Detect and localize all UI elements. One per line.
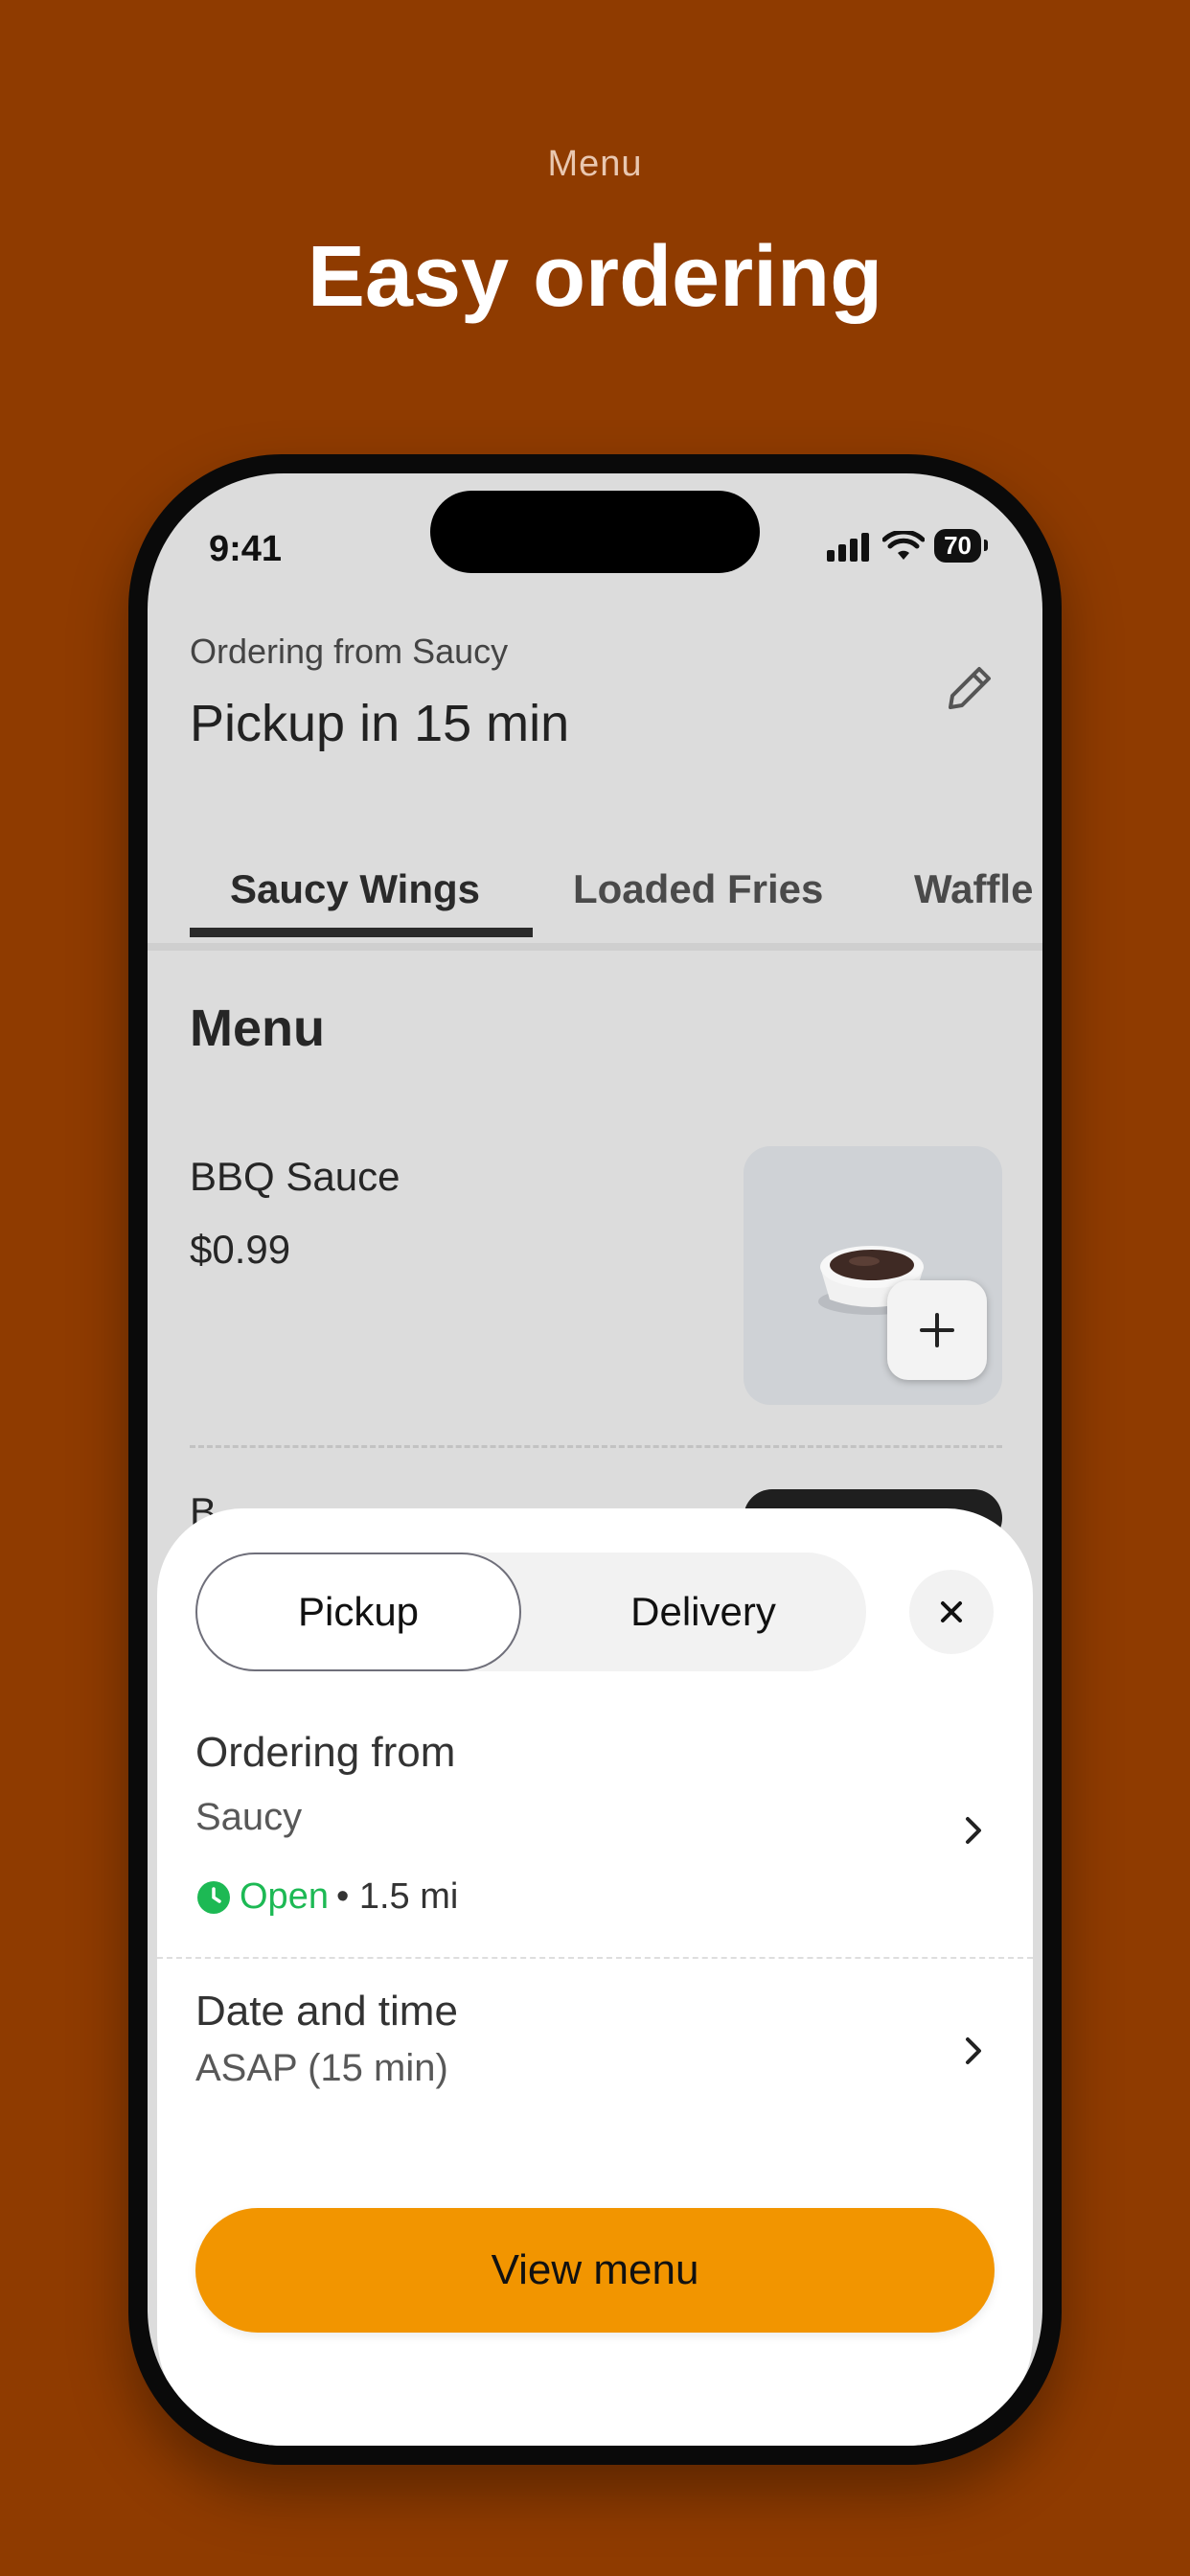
active-tab-indicator (190, 928, 533, 937)
clock-icon (197, 1880, 230, 1914)
menu-heading: Menu (190, 1000, 325, 1057)
date-time-value: ASAP (15 min) (195, 2047, 448, 2089)
tab-loaded-fries[interactable]: Loaded Fries (573, 866, 823, 912)
wifi-icon (882, 530, 926, 560)
date-time-row[interactable]: Date and time ASAP (15 min) (157, 1988, 1033, 2141)
view-menu-button[interactable]: View menu (195, 2208, 995, 2333)
date-time-title: Date and time (195, 1988, 458, 2035)
status-bar: 9:41 70 (148, 473, 1042, 588)
signal-icon (827, 532, 870, 562)
status-time: 9:41 (209, 529, 283, 569)
eyebrow-label: Menu (547, 144, 643, 184)
menu-item-image[interactable] (744, 1146, 1002, 1405)
ordering-from-title: Ordering from (195, 1729, 456, 1776)
chevron-right-icon (966, 1817, 981, 1844)
headline: Easy ordering (307, 229, 883, 325)
pencil-icon[interactable] (939, 657, 1000, 719)
menu-item-name[interactable]: BBQ Sauce (190, 1154, 400, 1200)
fulfillment-toggle: Pickup Delivery (195, 1552, 866, 1671)
open-status: Open (240, 1876, 329, 1917)
chevron-right-icon (966, 2037, 981, 2064)
close-icon (941, 1601, 962, 1622)
battery-icon: 70 (934, 529, 988, 563)
menu-divider (190, 1445, 1002, 1448)
dynamic-island (430, 491, 760, 573)
pickup-option[interactable]: Pickup (195, 1552, 521, 1671)
ordering-sheet: Pickup Delivery Ordering from Saucy Open (157, 1508, 1033, 2446)
store-name: Saucy (195, 1796, 303, 1838)
status-icons: 70 (825, 529, 988, 563)
ordering-from-row[interactable]: Ordering from Saucy Open • 1.5 mi (157, 1729, 1033, 1930)
tab-waffle[interactable]: Waffle (914, 866, 1033, 912)
close-button[interactable] (909, 1570, 994, 1654)
tab-saucy-wings[interactable]: Saucy Wings (230, 866, 480, 912)
sheet-divider (157, 1957, 1033, 1959)
store-status: Open • 1.5 mi (195, 1876, 458, 1918)
phone-screen: 9:41 70 Ordering from Saucy Pickup in 15… (148, 473, 1042, 2446)
phone-frame: 9:41 70 Ordering from Saucy Pickup in 15… (128, 454, 1062, 2465)
delivery-option[interactable]: Delivery (540, 1552, 866, 1671)
ordering-subtitle: Ordering from Saucy (190, 632, 509, 671)
plus-icon (920, 1313, 954, 1347)
add-button[interactable] (887, 1280, 987, 1380)
store-distance: • 1.5 mi (335, 1876, 459, 1917)
ordering-title: Pickup in 15 min (190, 695, 570, 752)
menu-item-price: $0.99 (190, 1227, 291, 1272)
